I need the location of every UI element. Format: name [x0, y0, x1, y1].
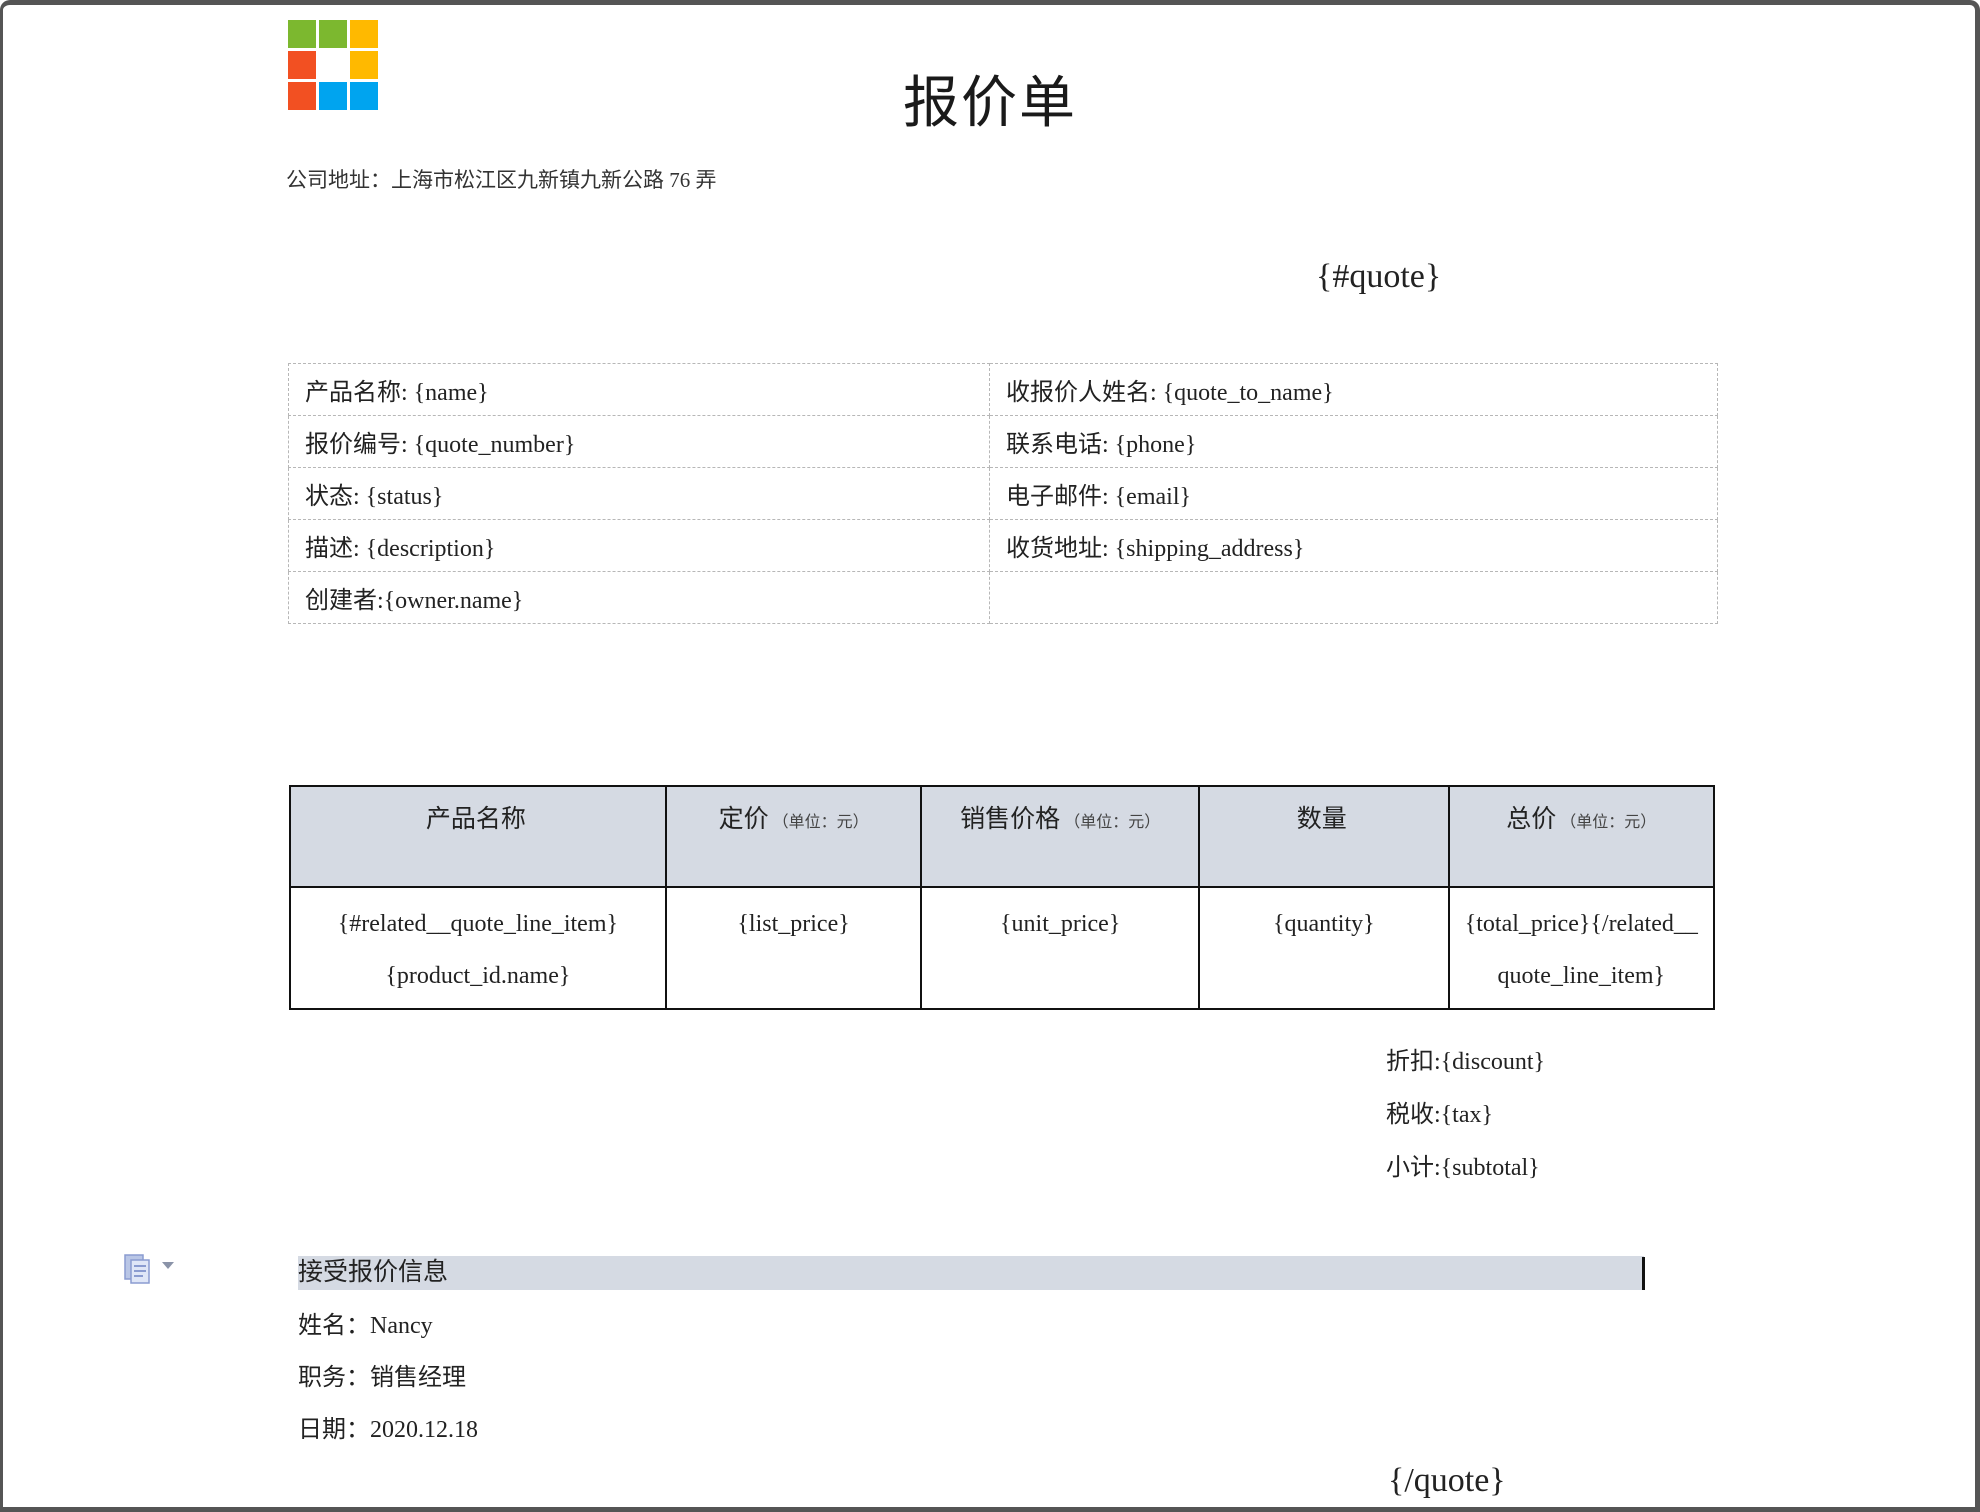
acceptance-name[interactable]: 姓名：Nancy: [298, 1306, 478, 1358]
page-title: 报价单: [0, 58, 1980, 139]
table-row: 报价编号: {quote_number} 联系电话: {phone}: [288, 415, 1718, 468]
cell-product-name[interactable]: {#related__quote_line_item}{product_id.n…: [289, 886, 667, 1010]
info-cell-quote-number[interactable]: 报价编号: {quote_number}: [288, 415, 990, 468]
acceptance-heading[interactable]: 接受报价信息: [298, 1256, 448, 1290]
company-address: 公司地址：上海市松江区九新镇九新公路 76 弄: [286, 168, 717, 192]
info-cell-description[interactable]: 描述: {description}: [288, 519, 990, 572]
acceptance-role[interactable]: 职务：销售经理: [298, 1358, 478, 1410]
column-header-total-price[interactable]: 总价 （单位：元）: [1447, 785, 1716, 888]
table-row: {#related__quote_line_item}{product_id.n…: [289, 886, 1716, 1010]
info-cell-product-name[interactable]: 产品名称: {name}: [288, 363, 990, 416]
info-cell-email[interactable]: 电子邮件: {email}: [989, 467, 1718, 520]
logo-square: [350, 20, 378, 48]
totals-block: 折扣:{discount} 税收:{tax} 小计:{subtotal}: [1386, 1042, 1545, 1201]
logo-square: [319, 20, 347, 48]
cell-quantity[interactable]: {quantity}: [1197, 886, 1450, 1010]
table-row: 描述: {description} 收货地址: {shipping_addres…: [288, 519, 1718, 572]
page-title-text: 报价单: [903, 71, 1077, 136]
header-unit: （单位：元）: [1064, 814, 1161, 831]
chevron-down-icon[interactable]: [162, 1262, 174, 1269]
cell-unit-price[interactable]: {unit_price}: [920, 886, 1200, 1010]
column-header-quantity[interactable]: 数量: [1197, 785, 1450, 888]
quote-info-table: 产品名称: {name} 收报价人姓名: {quote_to_name} 报价编…: [288, 363, 1718, 624]
selection-highlight: [298, 1256, 1644, 1290]
column-header-list-price[interactable]: 定价 （单位：元）: [664, 785, 923, 888]
line-items-table: 产品名称 定价 （单位：元） 销售价格 （单位：元） 数量 总价 （单位：元） {#r…: [289, 785, 1716, 1010]
column-header-sale-price[interactable]: 销售价格 （单位：元）: [920, 785, 1200, 888]
info-cell-shipping-address[interactable]: 收货地址: {shipping_address}: [989, 519, 1718, 572]
subtotal-line: 小计:{subtotal}: [1386, 1155, 1540, 1181]
discount-line: 折扣:{discount}: [1386, 1049, 1546, 1075]
header-label: 总价: [1506, 806, 1557, 833]
header-label: 数量: [1296, 806, 1347, 833]
info-cell-phone[interactable]: 联系电话: {phone}: [989, 415, 1718, 468]
info-cell-owner[interactable]: 创建者:{owner.name}: [288, 571, 990, 624]
header-label: 销售价格: [960, 806, 1061, 833]
column-header-product-name[interactable]: 产品名称: [289, 785, 667, 888]
paste-options-icon[interactable]: [124, 1254, 150, 1284]
header-label: 产品名称: [425, 806, 526, 833]
cell-list-price[interactable]: {list_price}: [664, 886, 923, 1010]
info-cell-status[interactable]: 状态: {status}: [288, 467, 990, 520]
header-unit: （单位：元）: [772, 814, 869, 831]
table-header-row: 产品名称 定价 （单位：元） 销售价格 （单位：元） 数量 总价 （单位：元）: [289, 785, 1716, 888]
acceptance-date[interactable]: 日期：2020.12.18: [298, 1410, 478, 1462]
table-row: 产品名称: {name} 收报价人姓名: {quote_to_name}: [288, 363, 1718, 416]
table-row: 状态: {status} 电子邮件: {email}: [288, 467, 1718, 520]
quote-close-tag: {/quote}: [1388, 1462, 1506, 1499]
header-label: 定价: [718, 806, 769, 833]
cell-total-price[interactable]: {total_price}{/related__quote_line_item}: [1447, 886, 1716, 1010]
tax-line: 税收:{tax}: [1386, 1102, 1494, 1128]
info-cell-empty[interactable]: [989, 571, 1718, 624]
acceptance-info: 姓名：Nancy 职务：销售经理 日期：2020.12.18: [298, 1306, 478, 1462]
table-row: 创建者:{owner.name}: [288, 571, 1718, 624]
header-unit: （单位：元）: [1560, 814, 1657, 831]
quote-open-tag: {#quote}: [1316, 258, 1442, 295]
logo-square: [288, 20, 316, 48]
info-cell-quote-to-name[interactable]: 收报价人姓名: {quote_to_name}: [989, 363, 1718, 416]
text-cursor: [1642, 1257, 1645, 1290]
